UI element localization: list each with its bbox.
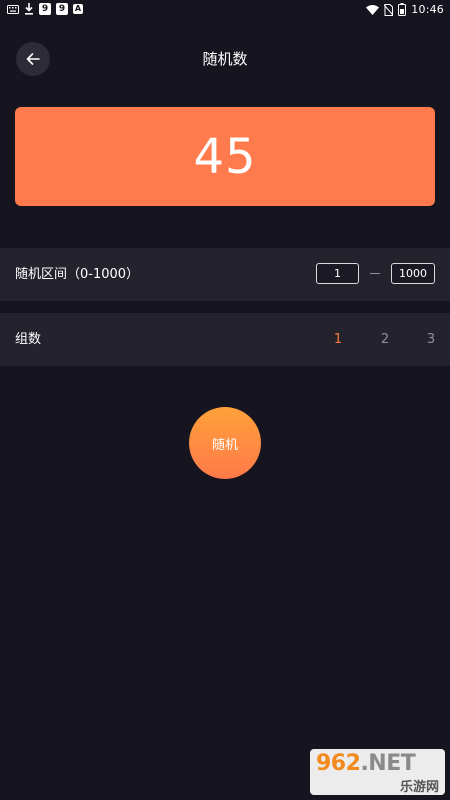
range-min-input[interactable]	[316, 263, 359, 284]
status-bar-left: 9 9 A	[7, 3, 83, 15]
groups-label: 组数	[15, 332, 42, 347]
result-card: 45	[15, 107, 435, 206]
result-value: 45	[193, 128, 257, 185]
no-sim-icon	[384, 3, 394, 16]
range-separator	[370, 273, 380, 274]
range-max-input[interactable]	[391, 263, 435, 284]
page-title: 随机数	[202, 50, 248, 68]
watermark-brand-net: .NET	[360, 751, 416, 776]
group-option-3[interactable]: 3	[421, 313, 441, 366]
wifi-icon	[366, 4, 380, 15]
status-bar: 9 9 A 10:46	[0, 0, 450, 20]
status-time: 10:46	[411, 3, 444, 16]
status-bar-right: 10:46	[366, 3, 444, 16]
group-option-2[interactable]: 2	[375, 313, 395, 366]
keyboard-icon	[7, 4, 19, 14]
random-button[interactable]: 随机	[189, 407, 261, 479]
range-row: 随机区间（0-1000）	[0, 248, 450, 301]
app-9-icon: 9	[56, 3, 68, 15]
watermark-logo: 962.NET 乐游网	[310, 749, 445, 795]
watermark-brand-cn: 乐游网	[399, 780, 439, 795]
app-9-icon: 9	[39, 3, 51, 15]
range-label: 随机区间（0-1000）	[15, 267, 140, 282]
app-a-icon: A	[73, 4, 83, 14]
battery-icon	[398, 3, 407, 16]
group-option-1[interactable]: 1	[328, 313, 348, 366]
watermark-brand-num: 962	[316, 751, 361, 776]
random-button-label: 随机	[211, 437, 238, 453]
download-icon	[24, 3, 34, 15]
watermark-brand: 962.NET	[316, 751, 416, 776]
